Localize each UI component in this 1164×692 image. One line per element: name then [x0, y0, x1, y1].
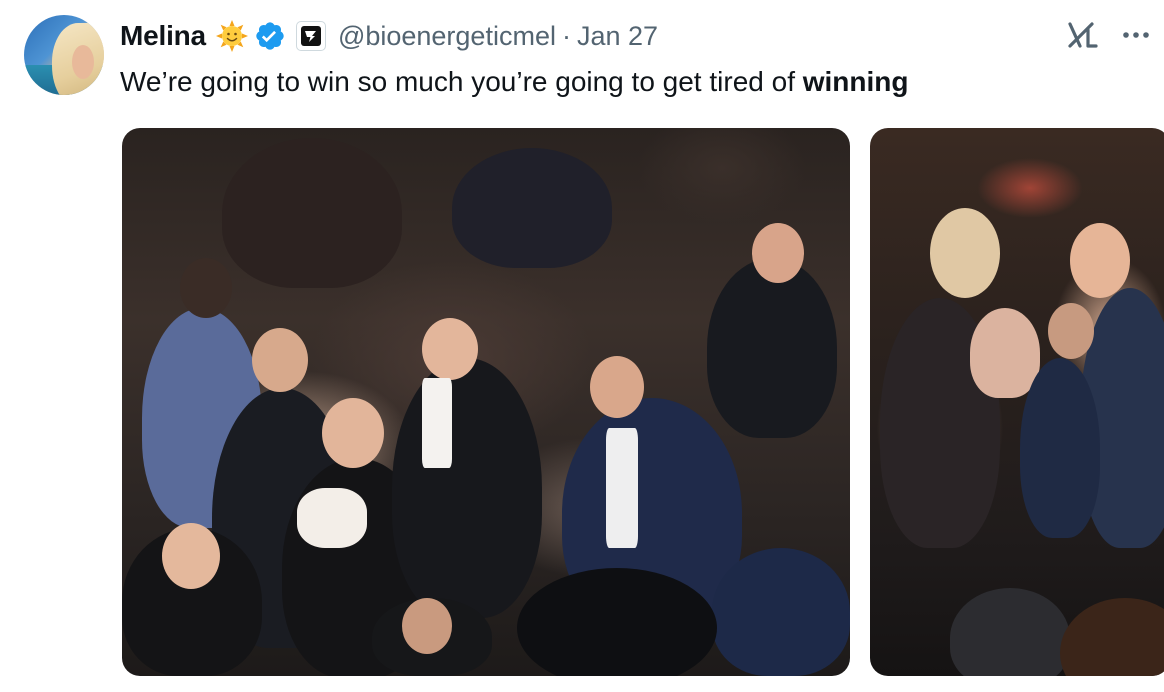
- photo-party-crowd[interactable]: [122, 128, 850, 676]
- affiliate-badge-icon[interactable]: [295, 21, 326, 51]
- sun-emoji-icon: [215, 20, 248, 52]
- verified-badge-icon[interactable]: [254, 20, 286, 52]
- photo-head: [180, 258, 232, 318]
- avatar[interactable]: [24, 15, 104, 95]
- display-name[interactable]: Melina: [120, 20, 206, 52]
- photo-head: [752, 223, 804, 283]
- photo-shoulder: [970, 308, 1040, 398]
- photo-head: [1070, 223, 1130, 298]
- media-carousel[interactable]: [122, 128, 1164, 676]
- photo-figure: [712, 548, 850, 676]
- avatar-face: [72, 45, 94, 79]
- photo-figure: [222, 138, 402, 288]
- more-options-icon[interactable]: [1119, 20, 1153, 50]
- separator-dot: ·: [561, 20, 571, 51]
- tweet-date[interactable]: Jan 27: [577, 21, 658, 52]
- photo-figure: [1020, 358, 1100, 538]
- photo-head: [252, 328, 308, 392]
- photo-shirt: [606, 428, 638, 548]
- tweet-text-bold: winning: [802, 66, 909, 97]
- photo-head: [590, 356, 644, 418]
- photo-head: [422, 318, 478, 380]
- tweet-text-regular: We’re going to win so much you’re going …: [120, 66, 803, 97]
- photo-dress-lace: [297, 488, 367, 548]
- photo-head: [322, 398, 384, 468]
- tweet[interactable]: Melina @bioenergeticmel · Jan 27 We’re g…: [0, 0, 1164, 692]
- photo-figure: [392, 358, 542, 618]
- photo-figure: [707, 258, 837, 438]
- photo-party-closeup[interactable]: [870, 128, 1164, 676]
- tweet-header: Melina @bioenergeticmel · Jan 27: [120, 16, 658, 56]
- photo-figure: [452, 148, 612, 268]
- photo-head: [930, 208, 1000, 298]
- user-handle[interactable]: @bioenergeticmel: [338, 21, 556, 52]
- tweet-text: We’re going to win so much you’re going …: [120, 62, 909, 102]
- photo-head: [162, 523, 220, 589]
- photo-chair: [950, 588, 1070, 676]
- photo-head: [402, 598, 452, 654]
- photo-table: [1060, 598, 1164, 676]
- photo-shirt: [422, 378, 452, 468]
- photo-head: [1048, 303, 1094, 359]
- grok-icon[interactable]: [1066, 18, 1100, 52]
- photo-table: [517, 568, 717, 676]
